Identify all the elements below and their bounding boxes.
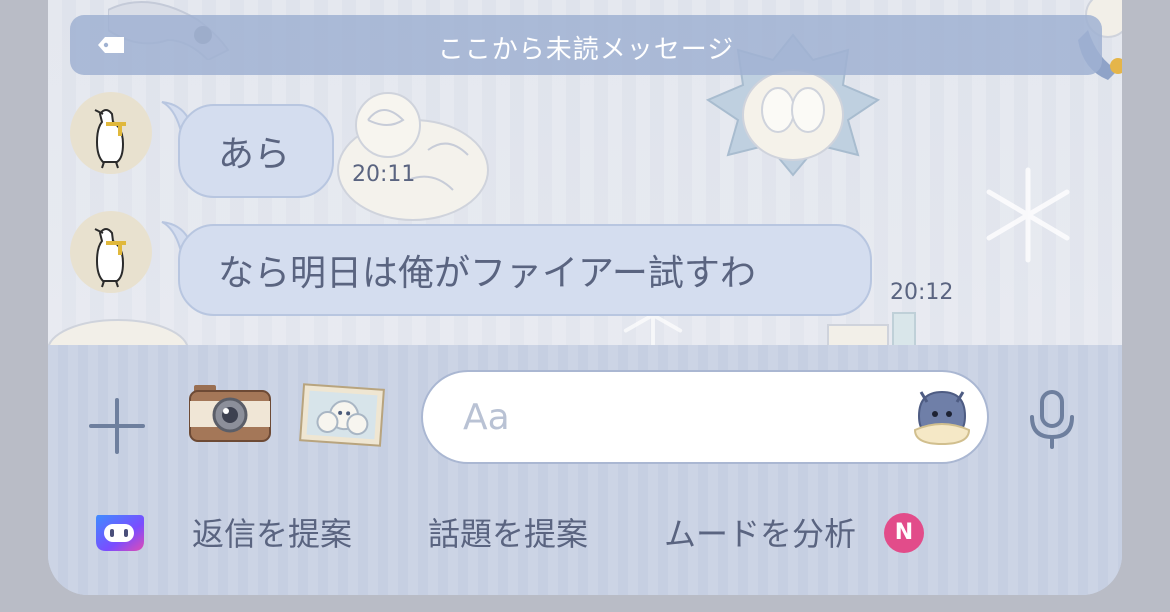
message-text: あら <box>218 134 291 175</box>
penguin-avatar-icon <box>94 228 126 288</box>
suggest-reply-button[interactable]: 返信を提案 <box>192 509 352 555</box>
background-snowflake-decoration <box>986 167 1070 263</box>
message-composer: Aa 返信を提案 話題を提案 ムードを分析 N <box>48 345 1122 595</box>
message-timestamp: 20:12 <box>890 280 954 305</box>
suggest-topic-button[interactable]: 話題を提案 <box>428 509 588 555</box>
background-character-decoration <box>48 319 188 350</box>
camera-icon[interactable] <box>188 379 272 443</box>
message-bubble[interactable]: なら明日は俺がファイアー試すわ <box>178 224 872 316</box>
message-timestamp: 20:11 <box>352 162 416 187</box>
unread-messages-label: ここから未読メッセージ <box>437 35 735 65</box>
sender-avatar[interactable] <box>70 211 152 293</box>
ai-suggestion-bar: 返信を提案 話題を提案 ムードを分析 N <box>48 505 1122 555</box>
penguin-avatar-icon <box>94 109 126 169</box>
photo-album-icon[interactable] <box>298 383 386 447</box>
chat-history[interactable]: ここから未読メッセージ あら 20:11 なら明日は俺がファイアー試すわ 20:… <box>48 0 1122 350</box>
message-bubble[interactable]: あら <box>178 104 334 198</box>
message-text: なら明日は俺がファイアー試すわ <box>218 253 756 294</box>
ai-assistant-icon[interactable] <box>92 511 146 555</box>
unread-messages-divider: ここから未読メッセージ <box>70 15 1102 75</box>
plus-icon[interactable] <box>88 397 146 455</box>
microphone-icon[interactable] <box>1026 389 1078 451</box>
new-badge: N <box>884 513 924 553</box>
message-input[interactable]: Aa <box>421 370 989 464</box>
sticker-icon[interactable] <box>911 386 973 448</box>
sender-avatar[interactable] <box>70 92 152 174</box>
chat-screen: ここから未読メッセージ あら 20:11 なら明日は俺がファイアー試すわ 20:… <box>48 0 1122 595</box>
analyze-mood-button[interactable]: ムードを分析 <box>664 509 856 555</box>
background-sheep-decoration <box>337 92 489 221</box>
message-input-placeholder: Aa <box>463 397 510 438</box>
